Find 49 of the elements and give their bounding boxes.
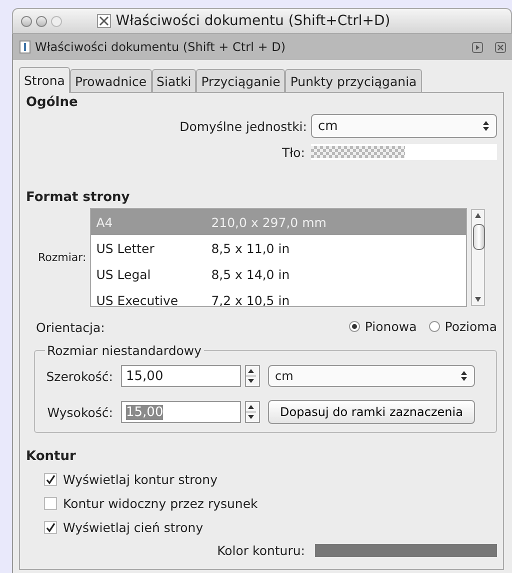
check-icon xyxy=(45,522,56,532)
close-icon[interactable] xyxy=(495,42,506,52)
checkbox[interactable]: Wyświetlaj kontur strony xyxy=(44,467,497,491)
fit-button[interactable]: Dopasuj do ramki zaznaczenia xyxy=(268,400,475,424)
spin-buttons[interactable] xyxy=(245,365,260,387)
section-heading: Format strony xyxy=(26,189,131,207)
section-heading: Kontur xyxy=(26,448,77,466)
tab[interactable]: Punkty przyciągania xyxy=(285,69,422,92)
field-label: Tło: xyxy=(282,144,305,160)
scrollbar[interactable] xyxy=(471,209,486,306)
field-label: Orientacja: xyxy=(36,320,105,334)
field-label: Wysokość: xyxy=(46,404,113,420)
number-field[interactable]: 15,00 xyxy=(121,365,241,387)
dropdown-arrows-icon xyxy=(482,120,490,132)
tab[interactable]: Przyciąganie xyxy=(196,69,286,92)
expand-icon[interactable] xyxy=(472,42,483,52)
section-heading: Ogólne xyxy=(26,94,79,112)
panel-title: Właściwości dokumentu (Shift + Ctrl + D) xyxy=(35,40,287,54)
paper-size-list[interactable]: A4 210,0 x 297,0 mm US Letter 8,5 x 11,0 in US Legal 8,5 x 14,0 in US Executive 7,2 x 10,5 in xyxy=(90,208,468,307)
window-title: Właściwości dokumentu (Shift+Ctrl+D) xyxy=(116,13,390,29)
list-row[interactable]: US Letter 8,5 x 11,0 in xyxy=(91,235,466,261)
color-swatch[interactable] xyxy=(311,144,497,160)
group-title: Rozmiar niestandardowy xyxy=(46,343,203,358)
field-label: Domyślne jednostki: xyxy=(180,118,307,134)
list-row[interactable]: US Legal 8,5 x 14,0 in xyxy=(91,261,466,287)
dropdown-arrows-icon xyxy=(460,370,468,382)
color-swatch[interactable] xyxy=(315,544,497,557)
list-row[interactable]: US Executive 7,2 x 10,5 in xyxy=(91,287,466,306)
radio-button[interactable]: Pionowa xyxy=(348,319,417,334)
spin-buttons[interactable] xyxy=(245,401,260,423)
scroll-thumb[interactable] xyxy=(473,224,486,250)
scroll-up-icon[interactable] xyxy=(475,213,482,218)
tab[interactable]: Siatki xyxy=(152,69,196,92)
check-icon xyxy=(45,474,56,484)
x-icon xyxy=(96,14,111,28)
tab[interactable]: Prowadnice xyxy=(70,69,152,92)
field-label: Szerokość: xyxy=(45,368,113,384)
tab[interactable]: Strona xyxy=(19,67,70,93)
minimize-button[interactable] xyxy=(36,16,47,26)
document-icon xyxy=(19,40,31,54)
units-dropdown[interactable]: cm xyxy=(268,365,475,387)
scroll-down-icon[interactable] xyxy=(475,297,482,302)
checkbox[interactable]: Wyświetlaj cień strony xyxy=(44,515,497,539)
checkbox[interactable]: Kontur widoczny przez rysunek xyxy=(44,491,497,515)
close-button[interactable] xyxy=(21,16,32,26)
radio-button[interactable]: Pozioma xyxy=(428,319,497,334)
field-label: Kolor konturu: xyxy=(217,543,305,558)
units-dropdown[interactable]: cm xyxy=(311,114,497,138)
field-label: Rozmiar: xyxy=(38,251,86,264)
